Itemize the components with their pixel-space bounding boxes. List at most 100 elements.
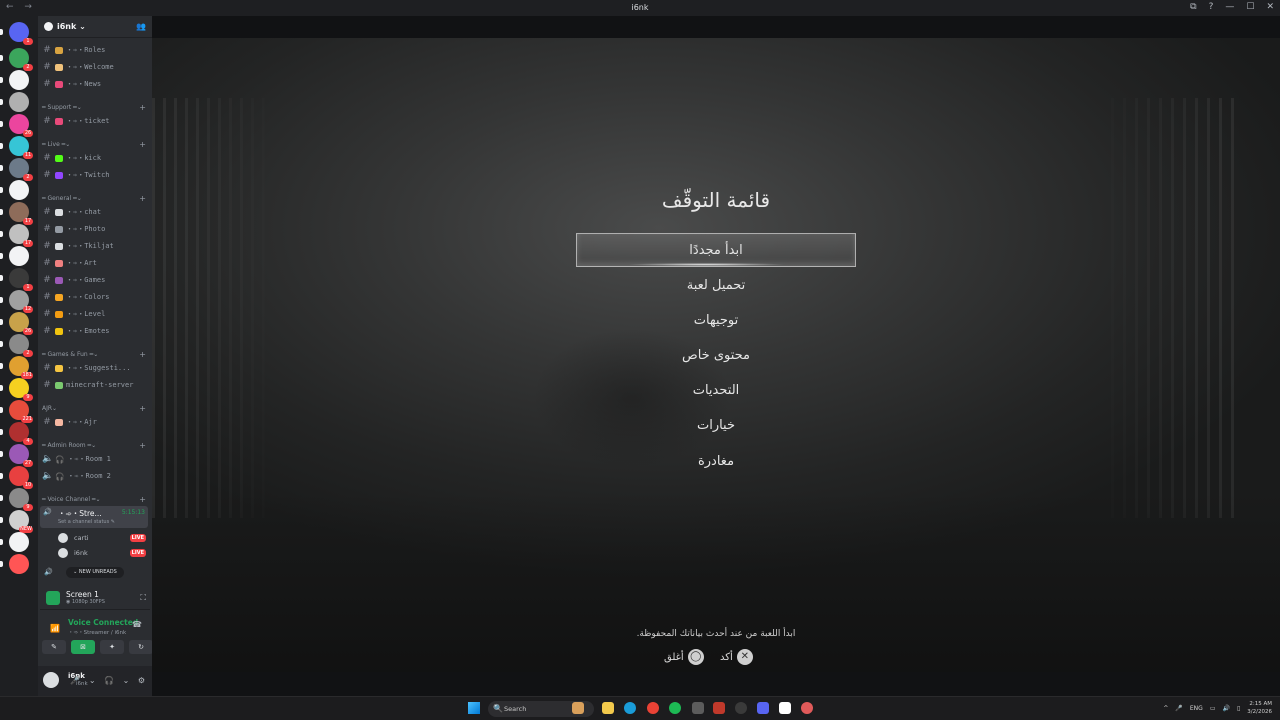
voice-user[interactable]: carti LIVE (58, 532, 148, 544)
server-icon[interactable]: 9 (9, 378, 33, 401)
chrome-icon[interactable] (647, 702, 659, 714)
taskbar-app-icon[interactable] (801, 702, 813, 714)
server-icon[interactable]: 9 (9, 488, 33, 511)
menu-special-content[interactable]: محتوى خاص (576, 339, 856, 373)
server-icon[interactable]: 17 (9, 202, 33, 225)
server-icon[interactable]: 181 (9, 356, 33, 379)
menu-load-game[interactable]: تحميل لعبة (576, 269, 856, 303)
text-channel-item[interactable]: # ・➾・Photo (42, 222, 148, 236)
server-icon[interactable]: 2 (9, 334, 33, 357)
file-explorer-icon[interactable] (602, 702, 614, 714)
text-channel-item[interactable]: # ・➾・Colors (42, 290, 148, 304)
server-header[interactable]: i6nk ⌄ 👥 (38, 16, 152, 38)
taskbar-app-icon[interactable] (572, 702, 584, 714)
network-icon[interactable]: ▭ (1210, 705, 1216, 712)
add-channel-icon[interactable]: + (139, 140, 146, 149)
edge-icon[interactable] (624, 702, 636, 714)
menu-challenges[interactable]: التحديات (576, 374, 856, 408)
voice-channel-item[interactable]: 🔈 🎧 ・➾・Room 1 (42, 452, 148, 466)
camera-off-button[interactable]: ✎ (42, 640, 66, 654)
soundboard-button[interactable]: ↻ (129, 640, 153, 654)
server-icon[interactable]: 26 (9, 312, 33, 335)
channel-category[interactable]: ━ Admin Room ━ ⌄ + (42, 439, 148, 451)
voice-channel-path[interactable]: ・➾・Streamer / i6nk (68, 628, 126, 636)
channel-status-placeholder[interactable]: Set a channel status ✎ (58, 519, 115, 525)
add-channel-icon[interactable]: + (139, 103, 146, 112)
close-prompt[interactable]: أغلق ◯ (664, 648, 708, 666)
channel-category[interactable]: AJR ⌄ + (42, 402, 148, 414)
server-icon[interactable]: 26 (9, 114, 33, 137)
text-channel-item[interactable]: # ・➾・chat (42, 205, 148, 219)
battery-icon[interactable]: ▯ (1237, 705, 1240, 712)
minimize-button[interactable]: — (1225, 2, 1234, 12)
language-indicator[interactable]: ENG (1190, 705, 1203, 712)
channel-category[interactable]: ━ Games & Fun ━ ⌄ + (42, 348, 148, 360)
server-icon[interactable] (9, 92, 29, 112)
menu-instructions[interactable]: توجيهات (576, 304, 856, 338)
server-icon[interactable]: 4 (9, 422, 33, 445)
menu-quit[interactable]: مغادرة (576, 445, 856, 479)
menu-options[interactable]: خيارات (576, 409, 856, 443)
text-channel-item[interactable]: # ・➾・Tkiljat (42, 239, 148, 253)
server-icon[interactable]: 221 (9, 400, 33, 423)
text-channel-item[interactable]: # ・➾・kick (42, 151, 148, 165)
channel-category[interactable]: ━ Voice Channel ━ ⌄ + (42, 493, 148, 505)
text-channel-item[interactable]: # ・➾・Roles (42, 43, 148, 57)
help-icon[interactable]: ? (1209, 2, 1214, 12)
channel-category[interactable]: ━ General ━ ⌄ + (42, 192, 148, 204)
server-icon[interactable]: 11 (9, 136, 33, 159)
server-icon[interactable] (9, 180, 29, 200)
channel-category[interactable]: ━ Live ━ ⌄ + (42, 138, 148, 150)
server-icon[interactable]: 27 (9, 444, 33, 467)
add-channel-icon[interactable]: + (139, 350, 146, 359)
clock[interactable]: 2:15 AM 3/2/2026 (1247, 700, 1272, 716)
text-channel-item[interactable]: # ・➾・Ajr (42, 415, 148, 429)
add-channel-icon[interactable]: + (139, 495, 146, 504)
server-icon[interactable]: 12 (9, 290, 33, 313)
settings-icon[interactable] (735, 702, 747, 714)
start-button[interactable] (468, 702, 480, 714)
text-channel-item[interactable]: # ・➾・Welcome (42, 60, 148, 74)
screen-thumbnail[interactable] (46, 591, 60, 605)
server-icon[interactable]: 10 (9, 466, 33, 489)
activities-button[interactable]: ✦ (100, 640, 124, 654)
stop-stream-icon[interactable]: ⛶ (140, 593, 146, 603)
server-icon[interactable]: 1 (9, 268, 33, 291)
signal-icon[interactable]: 📶 (50, 624, 60, 633)
microphone-icon[interactable]: 🎤 (1175, 705, 1182, 712)
confirm-prompt[interactable]: أكد ✕ (720, 648, 757, 666)
server-icon[interactable] (9, 554, 29, 574)
text-channel-item[interactable]: # ・➾・Games (42, 273, 148, 287)
invite-icon[interactable]: 👥 (136, 22, 146, 31)
screen-share-icon[interactable]: ⧉ (1190, 2, 1196, 12)
add-channel-icon[interactable]: + (139, 441, 146, 450)
disconnect-icon[interactable]: ☎ (132, 620, 142, 629)
server-icon[interactable] (9, 70, 29, 90)
volume-icon[interactable]: 🔊 (1223, 705, 1230, 712)
add-channel-icon[interactable]: + (139, 194, 146, 203)
voice-user[interactable]: i6nk LIVE (58, 547, 148, 559)
taskbar-app-icon[interactable] (713, 702, 725, 714)
tray-overflow-icon[interactable]: ^ (1163, 705, 1168, 712)
screen-share-button[interactable]: ⊠ (71, 640, 95, 654)
spotify-icon[interactable] (669, 702, 681, 714)
server-icon[interactable]: 2 (9, 48, 33, 71)
text-channel-item[interactable]: # ・➾・Twitch (42, 168, 148, 182)
user-avatar[interactable] (43, 672, 59, 688)
server-icon[interactable] (9, 246, 29, 266)
taskbar-app-icon[interactable] (692, 702, 704, 714)
text-channel-item[interactable]: # ・➾・ticket (42, 114, 148, 128)
text-channel-item[interactable]: # ・➾・Art (42, 256, 148, 270)
text-channel-item[interactable]: # minecraft-server (42, 378, 148, 392)
close-button[interactable]: ✕ (1266, 2, 1274, 12)
maximize-button[interactable]: ☐ (1246, 2, 1254, 12)
server-icon[interactable]: 2 (9, 158, 33, 181)
discord-icon[interactable] (757, 702, 769, 714)
channel-category[interactable]: ━ Support ━ ⌄ + (42, 101, 148, 113)
user-controls[interactable]: 🎤 ⌄ 🎧 ⌄ ⚙ (70, 676, 148, 685)
new-unreads-button[interactable]: ⌄ NEW UNREADS (66, 567, 124, 578)
server-icon[interactable]: NEW (9, 510, 33, 533)
voice-channel-stream[interactable]: 🔊 ・➾・Stre... 5:15:13 Set a channel statu… (40, 506, 148, 528)
menu-restart[interactable]: ابدأ مجددًا (576, 233, 856, 267)
server-icon[interactable]: 1 (9, 22, 33, 45)
